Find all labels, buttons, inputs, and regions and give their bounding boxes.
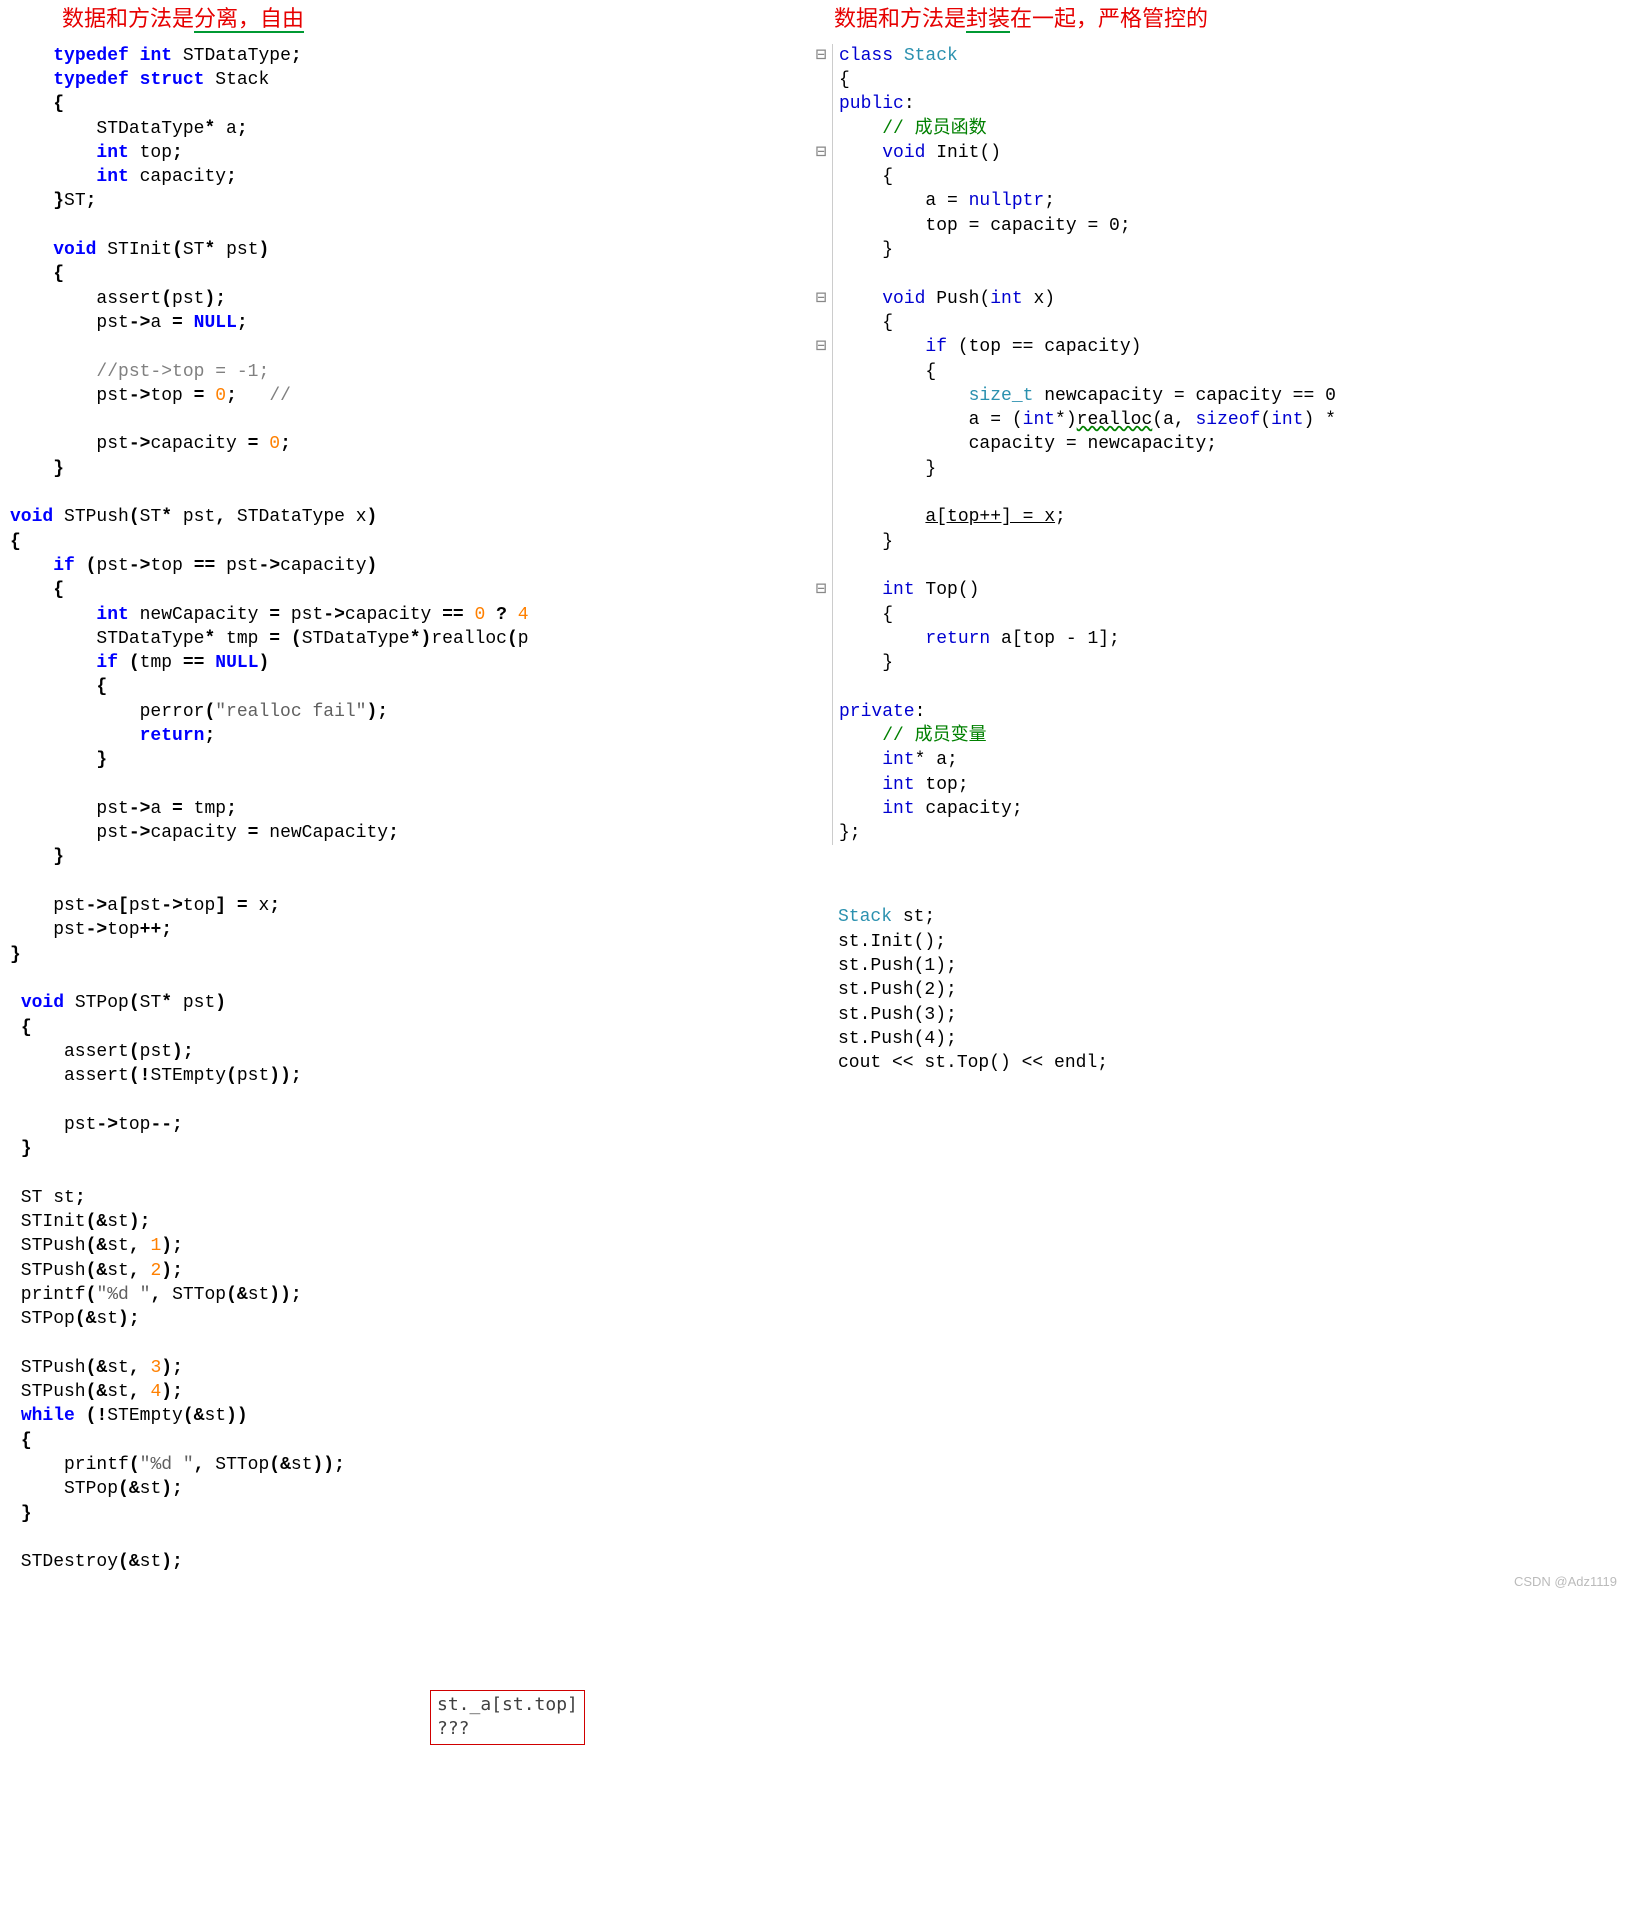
left-title: 数据和方法是分离，自由 xyxy=(62,4,790,34)
left-code: typedef int STDataType; typedef struct S… xyxy=(10,44,790,1575)
right-usage-code: Stack st; st.Init(); st.Push(1); st.Push… xyxy=(838,905,1610,1075)
right-column: 数据和方法是封装在一起，严格管控的 ⊟class Stack { public:… xyxy=(800,0,1620,1096)
right-title-pre: 数据和方法是 xyxy=(834,6,966,31)
right-title: 数据和方法是封装在一起，严格管控的 xyxy=(834,4,1610,34)
left-title-pre: 数据和方法是 xyxy=(62,6,194,31)
redbox-line2: ??? xyxy=(437,1718,470,1739)
left-column: 数据和方法是分离，自由 typedef int STDataType; type… xyxy=(0,0,800,1594)
annotation-box: st._a[st.top] ??? xyxy=(430,1690,585,1745)
watermark: CSDN @Adz1119 xyxy=(1514,1573,1617,1591)
right-class-code: ⊟class Stack { public: // 成员函数 ⊟ void In… xyxy=(810,44,1610,846)
right-title-anno: 封装 xyxy=(966,6,1010,33)
right-title-post: 在一起，严格管控的 xyxy=(1010,6,1208,31)
redbox-line1: st._a[st.top] xyxy=(437,1694,578,1715)
left-title-anno: 分离，自由 xyxy=(194,6,304,33)
